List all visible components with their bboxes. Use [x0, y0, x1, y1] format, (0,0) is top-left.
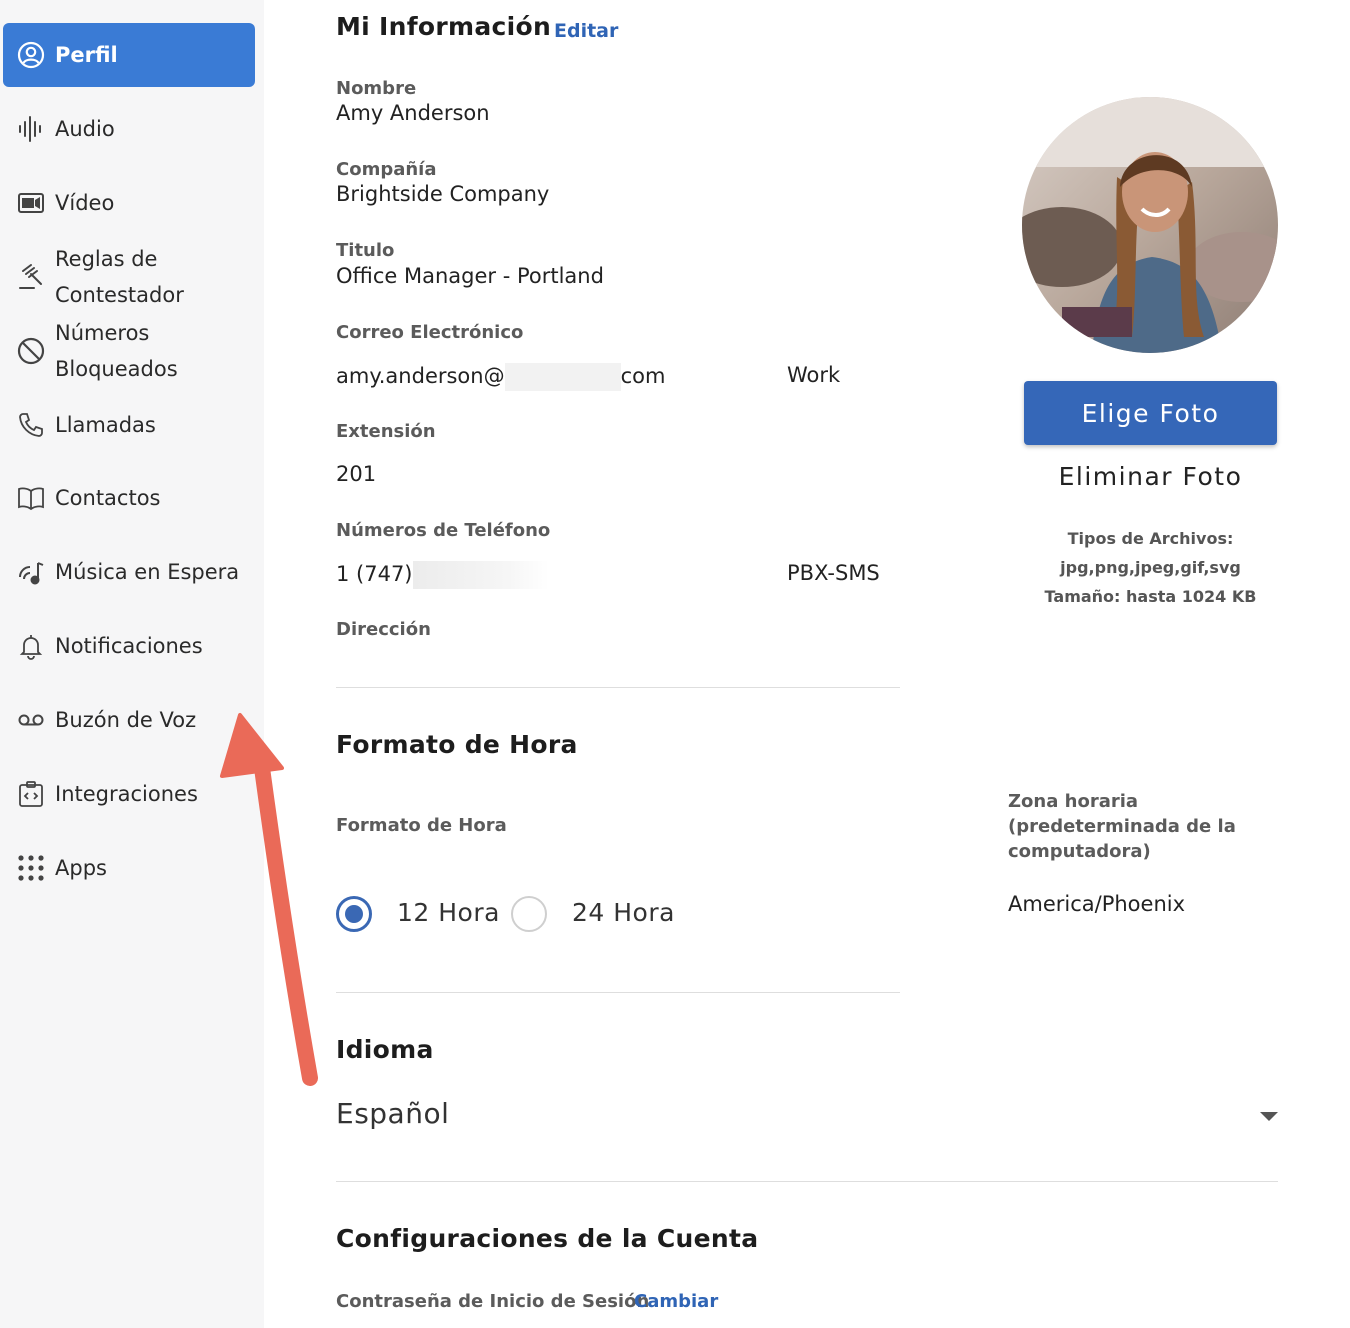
time-format-label: Formato de Hora — [336, 815, 507, 836]
file-types-value: jpg,png,jpeg,gif,svg — [1060, 558, 1241, 577]
book-icon — [16, 483, 46, 513]
profile-content: Mi Información Editar Nombre Amy Anderso… — [264, 0, 1350, 1328]
chevron-down-icon[interactable] — [1260, 1112, 1278, 1121]
grid-icon — [16, 853, 46, 883]
integration-icon — [16, 779, 46, 809]
language-select[interactable]: Español — [336, 1097, 449, 1130]
profile-icon — [16, 40, 46, 70]
sidebar-item-label: Números Bloqueados — [55, 321, 178, 381]
edit-info-link[interactable]: Editar — [554, 20, 618, 42]
email-prefix: amy.anderson@ — [336, 364, 505, 388]
file-types-label: Tipos de Archivos: — [1067, 529, 1234, 548]
sidebar-item-label: Apps — [55, 856, 107, 880]
divider — [336, 687, 900, 688]
sidebar-item-musica-en-espera[interactable]: Música en Espera — [3, 554, 255, 590]
sidebar-item-label: Vídeo — [55, 191, 115, 215]
email-suffix: com — [620, 364, 666, 388]
sidebar-item-contactos[interactable]: Contactos — [3, 480, 255, 516]
sidebar-item-label: Notificaciones — [55, 634, 203, 658]
voicemail-icon — [16, 705, 46, 735]
profile-photo — [1022, 97, 1278, 353]
company-value: Brightside Company — [336, 182, 550, 206]
name-value: Amy Anderson — [336, 101, 490, 125]
sidebar-item-label: Audio — [55, 117, 115, 141]
blocked-icon — [16, 336, 46, 366]
phone-numbers-label: Números de Teléfono — [336, 520, 551, 541]
gavel-icon — [16, 262, 46, 292]
sidebar-item-label: Perfil — [55, 43, 118, 67]
sidebar-item-notificaciones[interactable]: Notificaciones — [3, 628, 255, 664]
extension-value: 201 — [336, 462, 377, 486]
sidebar-item-label: Llamadas — [55, 413, 156, 437]
timezone-label: Zona horaria (predeterminada de la compu… — [1008, 791, 1236, 862]
sidebar-item-label: Buzón de Voz — [55, 708, 197, 732]
email-value: amy.anderson@ com — [336, 363, 665, 391]
login-password-label: Contraseña de Inicio de Sesión — [336, 1291, 650, 1312]
job-title-label: Titulo — [336, 240, 395, 261]
radio-24-hour[interactable] — [511, 896, 547, 932]
name-label: Nombre — [336, 78, 417, 99]
timezone-value: America/Phoenix — [1008, 892, 1186, 916]
phone-number-value: 1 (747) — [336, 561, 549, 589]
address-label: Dirección — [336, 619, 431, 640]
radio-12-hour-label[interactable]: 12 Hora — [397, 898, 500, 927]
sidebar: Perfil Audio Vídeo Reglas de Contestador… — [0, 0, 264, 1328]
language-title: Idioma — [336, 1035, 434, 1064]
my-info-title: Mi Información — [336, 12, 552, 41]
sidebar-item-numeros-bloqueados[interactable]: Números Bloqueados — [3, 315, 255, 387]
sidebar-item-reglas[interactable]: Reglas de Contestador — [3, 241, 255, 313]
divider — [336, 992, 900, 993]
sidebar-item-label: Contactos — [55, 486, 161, 510]
sidebar-item-label: Reglas de Contestador — [55, 247, 184, 307]
video-icon — [16, 188, 46, 218]
radio-12-hour[interactable] — [336, 896, 372, 932]
job-title-value: Office Manager - Portland — [336, 264, 604, 288]
bell-icon — [16, 631, 46, 661]
company-label: Compañía — [336, 159, 437, 180]
sidebar-item-integraciones[interactable]: Integraciones — [3, 776, 255, 812]
sidebar-item-label: Música en Espera — [55, 560, 240, 584]
account-settings-title: Configuraciones de la Cuenta — [336, 1224, 759, 1253]
divider — [336, 1181, 1278, 1182]
radio-24-hour-label[interactable]: 24 Hora — [572, 898, 675, 927]
sidebar-item-llamadas[interactable]: Llamadas — [3, 407, 255, 443]
time-format-title: Formato de Hora — [336, 730, 578, 759]
redaction-mask — [504, 363, 621, 391]
sidebar-item-buzon-de-voz[interactable]: Buzón de Voz — [3, 702, 255, 738]
music-icon — [16, 557, 46, 587]
email-type: Work — [787, 363, 841, 387]
waveform-icon — [16, 114, 46, 144]
remove-photo-button[interactable]: Eliminar Foto — [1024, 462, 1277, 491]
change-password-link[interactable]: Cambiar — [634, 1291, 718, 1312]
extension-label: Extensión — [336, 421, 436, 442]
redaction-mask — [412, 561, 549, 589]
sidebar-item-perfil[interactable]: Perfil — [3, 23, 255, 87]
email-label: Correo Electrónico — [336, 322, 524, 343]
phone-icon — [16, 410, 46, 440]
sidebar-item-label: Integraciones — [55, 782, 198, 806]
file-size-limit: Tamaño: hasta 1024 KB — [1044, 587, 1257, 606]
choose-photo-button[interactable]: Elige Foto — [1024, 381, 1277, 445]
sidebar-item-video[interactable]: Vídeo — [3, 185, 255, 221]
phone-type: PBX-SMS — [787, 561, 880, 585]
sidebar-item-apps[interactable]: Apps — [3, 850, 255, 886]
sidebar-item-audio[interactable]: Audio — [3, 111, 255, 147]
phone-prefix: 1 (747) — [336, 562, 413, 586]
